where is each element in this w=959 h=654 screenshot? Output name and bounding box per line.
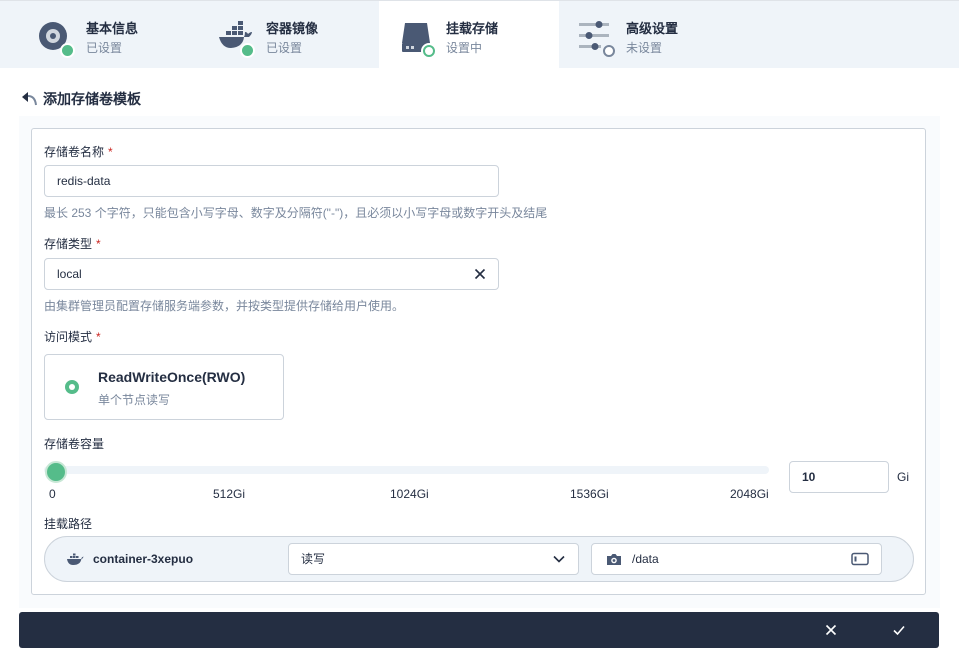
step-container-image[interactable]: 容器镜像 已设置 bbox=[180, 1, 360, 68]
step-title: 容器镜像 bbox=[266, 21, 319, 36]
docker-whale-icon bbox=[67, 553, 84, 565]
step-title: 基本信息 bbox=[86, 21, 139, 36]
required-mark: * bbox=[96, 330, 101, 344]
close-icon[interactable] bbox=[474, 268, 486, 280]
chevron-down-icon bbox=[553, 555, 565, 563]
storage-class-label: 存储类型 * bbox=[44, 237, 101, 251]
step-done-dot bbox=[240, 43, 255, 58]
slider-tick: 512Gi bbox=[213, 487, 246, 501]
wizard-steps: 基本信息 已设置 容器镜像 已设置 挂载存储 设置中 高级设置 未设置 bbox=[0, 0, 959, 68]
step-status: 未设置 bbox=[626, 41, 663, 55]
storage-class-value: local bbox=[57, 267, 82, 281]
footer-bar bbox=[19, 612, 939, 648]
check-icon bbox=[893, 625, 905, 636]
back-link[interactable]: 添加存储卷模板 bbox=[20, 89, 141, 109]
confirm-button[interactable] bbox=[879, 612, 919, 648]
step-mount-storage[interactable]: 挂载存储 设置中 bbox=[379, 1, 559, 68]
step-doing-dot bbox=[423, 45, 435, 57]
mount-mode-select[interactable]: 读写 bbox=[288, 543, 579, 575]
step-title: 高级设置 bbox=[626, 21, 679, 36]
mount-path-icon bbox=[607, 554, 621, 565]
radio-selected[interactable] bbox=[65, 380, 79, 394]
slider-tick: 1024Gi bbox=[390, 487, 429, 501]
mount-path-label: 挂载路径 bbox=[44, 517, 93, 531]
step-done-dot bbox=[60, 43, 75, 58]
volume-name-label: 存储卷名称 * bbox=[44, 145, 113, 159]
back-title: 添加存储卷模板 bbox=[43, 91, 141, 107]
slider-tick: 0 bbox=[49, 487, 56, 501]
container-name: container-3xepuo bbox=[93, 552, 194, 566]
mount-path-input[interactable]: /data bbox=[591, 543, 882, 575]
step-title: 挂载存储 bbox=[446, 21, 499, 36]
capacity-label: 存储卷容量 bbox=[44, 437, 105, 451]
access-mode-title: ReadWriteOnce(RWO) bbox=[98, 369, 246, 385]
step-todo-dot bbox=[603, 45, 615, 57]
access-mode-rwo-option[interactable]: ReadWriteOnce(RWO) 单个节点读写 bbox=[44, 354, 284, 420]
step-basic-info[interactable]: 基本信息 已设置 bbox=[0, 1, 180, 68]
storage-class-hint: 由集群管理员配置存储服务端参数，并按类型提供存储给用户使用。 bbox=[44, 299, 405, 313]
mount-mode-value: 读写 bbox=[301, 552, 326, 566]
capacity-input[interactable]: 10 bbox=[789, 461, 889, 493]
volume-name-input[interactable]: redis-data bbox=[44, 165, 499, 197]
step-advanced-settings[interactable]: 高级设置 未设置 bbox=[559, 1, 739, 68]
capacity-slider-track[interactable] bbox=[44, 466, 769, 474]
access-mode-desc: 单个节点读写 bbox=[98, 393, 171, 407]
capacity-unit: Gi bbox=[897, 470, 909, 484]
slider-tick: 1536Gi bbox=[570, 487, 609, 501]
required-mark: * bbox=[96, 237, 101, 251]
step-status: 已设置 bbox=[266, 41, 303, 55]
mount-path-value: /data bbox=[632, 552, 659, 566]
volume-name-hint: 最长 253 个字符，只能包含小写字母、数字及分隔符("-")，且必须以小写字母… bbox=[44, 206, 548, 220]
slider-tick: 2048Gi bbox=[730, 487, 769, 501]
terminal-icon[interactable] bbox=[851, 552, 869, 566]
step-status: 设置中 bbox=[446, 41, 483, 55]
close-icon bbox=[825, 624, 837, 636]
access-mode-label: 访问模式 * bbox=[44, 330, 101, 344]
cancel-button[interactable] bbox=[811, 612, 851, 648]
back-arrow-icon bbox=[22, 92, 37, 106]
storage-class-select[interactable]: local bbox=[44, 258, 499, 290]
required-mark: * bbox=[108, 145, 113, 159]
step-status: 已设置 bbox=[86, 41, 123, 55]
mount-row: container-3xepuo 读写 /data bbox=[44, 536, 914, 582]
